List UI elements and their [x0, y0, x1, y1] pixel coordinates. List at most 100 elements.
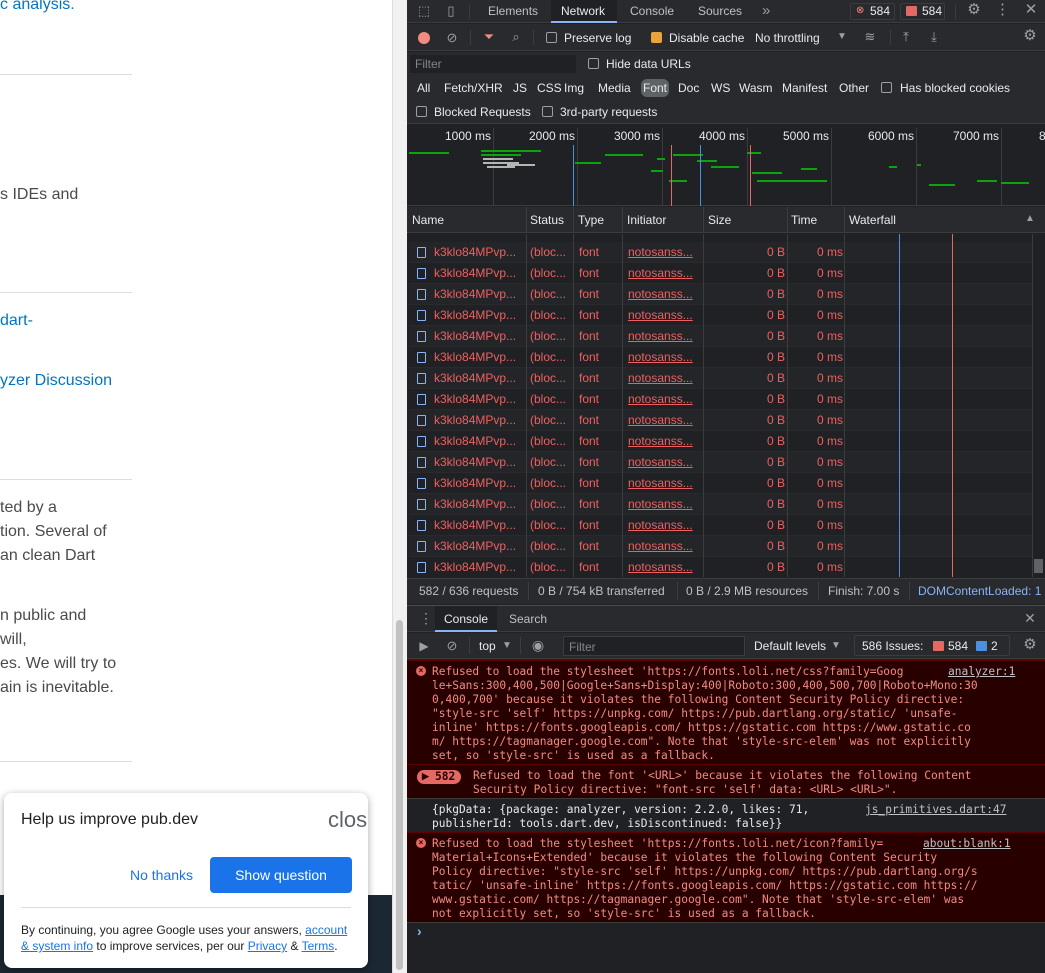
request-initiator[interactable]: notosanss...	[628, 410, 702, 430]
no-thanks-button[interactable]: No thanks	[130, 867, 193, 883]
import-har-icon[interactable]: ⤒	[899, 30, 913, 44]
network-settings-gear-icon[interactable]: ⚙	[1022, 28, 1038, 43]
table-row[interactable]: k3klo84MPvp... (bloc... font notosanss... 0 …	[409, 368, 1037, 389]
terms-link[interactable]: Terms	[302, 939, 335, 953]
table-row[interactable]: k3klo84MPvp... (bloc... font notosanss... 0 …	[409, 452, 1037, 473]
table-row[interactable]: k3klo84MPvp... (bloc... font notosanss... 0 …	[409, 410, 1037, 431]
type-filter-css[interactable]: CSS	[535, 79, 564, 97]
request-initiator[interactable]: notosanss...	[628, 347, 702, 367]
type-filter-font[interactable]: Font	[641, 79, 670, 97]
record-icon[interactable]	[418, 32, 430, 44]
throttling-select[interactable]: No throttling	[755, 31, 820, 45]
dart-link[interactable]: dart-	[0, 309, 33, 333]
request-initiator[interactable]: notosanss...	[628, 263, 702, 283]
type-filter-wasm[interactable]: Wasm	[737, 79, 775, 97]
privacy-link[interactable]: Privacy	[248, 939, 287, 953]
third-party-requests-checkbox[interactable]	[542, 106, 553, 117]
type-filter-other[interactable]: Other	[837, 79, 871, 97]
table-row[interactable]: k3klo84MPvp... (bloc... font notosanss... 0 …	[409, 494, 1037, 515]
request-initiator[interactable]: notosanss...	[628, 473, 702, 493]
filter-funnel-icon[interactable]: ⏷	[482, 30, 496, 44]
analyzer-discussion-link[interactable]: yzer Discussion	[0, 369, 112, 393]
blocked-requests-checkbox[interactable]	[416, 106, 427, 117]
table-row[interactable]: k3klo84MPvp... (bloc... font notosanss... 0 …	[409, 347, 1037, 368]
table-row[interactable]: k3klo84MPvp... (bloc... font notosanss... 0 …	[409, 389, 1037, 410]
show-question-button[interactable]: Show question	[210, 857, 352, 893]
log-levels-select[interactable]: Default levels	[754, 639, 826, 653]
settings-gear-icon[interactable]: ⚙	[966, 2, 982, 17]
drawer-menu-icon[interactable]: ⋮	[419, 611, 433, 625]
table-row[interactable]: k3klo84MPvp... (bloc... font notosanss... 0 …	[409, 536, 1037, 557]
clear-icon[interactable]: ⊘	[445, 31, 459, 45]
request-initiator[interactable]: notosanss...	[628, 242, 702, 262]
export-har-icon[interactable]: ⤓	[927, 30, 941, 44]
request-initiator[interactable]: notosanss...	[628, 557, 702, 577]
table-row[interactable]: k3klo84MPvp... (bloc... font notosanss... 0 …	[409, 431, 1037, 452]
column-name[interactable]: Name	[412, 213, 444, 227]
column-time[interactable]: Time	[791, 213, 817, 227]
sort-ascending-icon[interactable]: ▲	[1025, 213, 1035, 224]
type-filter-media[interactable]: Media	[596, 79, 633, 97]
drawer-tab-search[interactable]: Search	[509, 612, 547, 626]
request-initiator[interactable]: notosanss...	[628, 389, 702, 409]
table-scrollbar-thumb[interactable]	[1034, 559, 1043, 573]
page-scrollbar-thumb[interactable]	[396, 620, 403, 970]
message-source-link[interactable]: analyzer:1	[944, 665, 1016, 679]
request-initiator[interactable]: notosanss...	[628, 368, 702, 388]
request-initiator[interactable]: notosanss...	[628, 536, 702, 556]
message-source-link[interactable]: about:blank:1	[919, 837, 1011, 851]
console-prompt-area[interactable]	[407, 922, 1045, 973]
table-row[interactable]: k3klo84MPvp... (bloc... font notosanss... 0 …	[409, 473, 1037, 494]
request-initiator[interactable]: notosanss...	[628, 326, 702, 346]
request-initiator[interactable]: notosanss...	[628, 494, 702, 514]
type-filter-img[interactable]: Img	[562, 79, 586, 97]
tab-network[interactable]: Network	[561, 4, 605, 18]
request-initiator[interactable]: notosanss...	[628, 452, 702, 472]
console-prompt[interactable]: ›	[417, 923, 422, 939]
inspect-element-icon[interactable]: ⬚	[417, 4, 431, 18]
column-initiator[interactable]: Initiator	[627, 213, 666, 227]
preserve-log-checkbox[interactable]	[546, 32, 557, 43]
message-source-link[interactable]: js_primitives.dart:47	[865, 803, 1006, 817]
more-tabs-button[interactable]: »	[762, 2, 770, 19]
request-initiator[interactable]: notosanss...	[628, 515, 702, 535]
eye-icon[interactable]: ◉	[529, 638, 547, 652]
type-filter-fetch-xhr[interactable]: Fetch/XHR	[442, 79, 505, 97]
kebab-menu-icon[interactable]: ⋮	[995, 2, 1010, 17]
table-row[interactable]: k3klo84MPvp... (bloc... font notosanss... 0 …	[409, 242, 1037, 263]
request-initiator[interactable]: notosanss...	[628, 305, 702, 325]
console-settings-gear-icon[interactable]: ⚙	[1022, 637, 1038, 652]
drawer-tab-console[interactable]: Console	[444, 612, 488, 626]
type-filter-ws[interactable]: WS	[709, 79, 732, 97]
tab-sources[interactable]: Sources	[698, 4, 742, 18]
network-conditions-icon[interactable]: ≋	[862, 30, 878, 44]
clear-console-icon[interactable]: ⊘	[445, 639, 459, 653]
has-blocked-cookies-checkbox[interactable]	[881, 82, 892, 93]
table-row[interactable]: k3klo84MPvp... (bloc... font notosanss... 0 …	[409, 557, 1037, 577]
table-row[interactable]: k3klo84MPvp... (bloc... font notosanss... 0 …	[409, 263, 1037, 284]
table-row[interactable]: k3klo84MPvp... (bloc... font notosanss... 0 …	[409, 515, 1037, 536]
column-type[interactable]: Type	[578, 213, 604, 227]
expand-arrow-icon[interactable]: ▶	[422, 771, 429, 782]
close-drawer-icon[interactable]: ✕	[1023, 611, 1037, 625]
type-filter-js[interactable]: JS	[511, 79, 529, 97]
request-initiator[interactable]: notosanss...	[628, 431, 702, 451]
column-waterfall[interactable]: Waterfall	[849, 213, 896, 227]
sidebar-toggle-icon[interactable]: ▶	[417, 639, 431, 653]
tab-elements[interactable]: Elements	[488, 4, 538, 18]
tab-console[interactable]: Console	[630, 4, 674, 18]
search-icon[interactable]: ⌕	[509, 30, 523, 44]
disable-cache-checkbox[interactable]	[651, 32, 662, 43]
type-filter-manifest[interactable]: Manifest	[780, 79, 829, 97]
device-toolbar-icon[interactable]: ▯	[444, 4, 458, 18]
column-status[interactable]: Status	[530, 213, 564, 227]
hide-data-urls-checkbox[interactable]	[588, 58, 599, 69]
table-row[interactable]: k3klo84MPvp... (bloc... font notosanss... 0 …	[409, 326, 1037, 347]
close-button[interactable]: clos	[328, 807, 367, 833]
type-filter-all[interactable]: All	[415, 79, 432, 97]
column-size[interactable]: Size	[708, 213, 731, 227]
context-select[interactable]: top	[479, 639, 496, 653]
analysis-link[interactable]: c analysis.	[0, 0, 75, 17]
close-devtools-icon[interactable]: ✕	[1024, 2, 1038, 17]
table-row[interactable]: k3klo84MPvp... (bloc... font notosanss... 0 …	[409, 305, 1037, 326]
